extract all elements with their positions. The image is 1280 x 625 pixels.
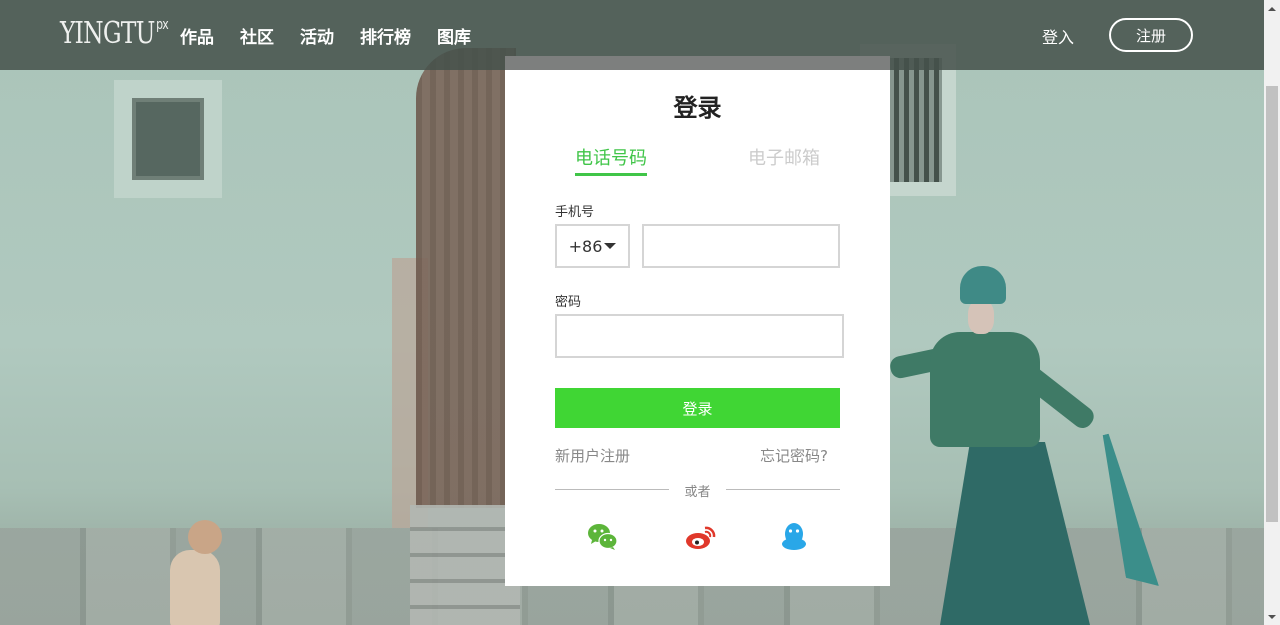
new-user-register-link[interactable]: 新用户注册: [555, 445, 630, 466]
wechat-icon: [588, 524, 618, 550]
weibo-icon: [686, 526, 716, 549]
forgot-password-link[interactable]: 忘记密码?: [760, 445, 828, 466]
woman-face: [968, 300, 994, 334]
wechat-login-button[interactable]: [587, 522, 619, 552]
nav-item-community[interactable]: 社区: [240, 23, 274, 48]
tab-phone[interactable]: 电话号码: [575, 144, 647, 176]
login-submit-button[interactable]: 登录: [555, 388, 840, 428]
tab-email[interactable]: 电子邮箱: [748, 144, 820, 170]
divider-line: [726, 489, 840, 490]
page-scrollbar[interactable]: [1264, 0, 1280, 625]
nav-item-events[interactable]: 活动: [300, 23, 334, 48]
qq-login-button[interactable]: [778, 522, 810, 552]
modal-top-bar: [505, 56, 890, 70]
weibo-login-button[interactable]: [685, 522, 717, 552]
logo-text: YINGTU: [60, 16, 155, 51]
caret-down-icon: [604, 243, 617, 249]
country-code-value: +86: [568, 236, 603, 256]
phone-label: 手机号: [555, 205, 595, 220]
login-title: 登录: [673, 94, 722, 122]
nav-item-works[interactable]: 作品: [180, 23, 214, 48]
scroll-thumb[interactable]: [1266, 86, 1278, 522]
closed-umbrella: [1091, 431, 1159, 594]
woman-sweater: [930, 332, 1040, 447]
or-separator: 或者: [684, 485, 711, 500]
scroll-down-arrow[interactable]: [1264, 608, 1280, 625]
wall-window: [114, 80, 222, 198]
password-label: 密码: [555, 295, 582, 310]
nav-item-gallery[interactable]: 图库: [437, 23, 471, 48]
wooden-door: [416, 48, 516, 508]
country-code-select[interactable]: +86: [555, 224, 630, 268]
logo-superscript: px: [156, 17, 169, 33]
scroll-up-arrow[interactable]: [1264, 0, 1280, 17]
woman-with-umbrella: [888, 262, 1170, 625]
woman-skirt: [940, 442, 1090, 625]
dog-body: [170, 550, 220, 625]
qq-icon: [782, 523, 806, 550]
divider-line: [555, 489, 669, 490]
nav-item-rankings[interactable]: 排行榜: [360, 23, 411, 48]
phone-input[interactable]: [642, 224, 840, 268]
password-input[interactable]: [555, 314, 844, 358]
dog-head: [188, 520, 222, 554]
header-register-button[interactable]: 注册: [1109, 18, 1193, 52]
site-logo[interactable]: YINGTU px: [60, 16, 169, 51]
dog: [160, 520, 230, 625]
login-panel: 登录 电话号码 电子邮箱 手机号 +86 密码 登录 新用户注册 忘记密码? 或…: [505, 70, 890, 586]
woman-hat: [960, 266, 1006, 304]
stone-steps: [410, 505, 520, 625]
header-login-link[interactable]: 登入: [1042, 24, 1074, 48]
main-nav: 作品 社区 活动 排行榜 图库: [180, 0, 497, 70]
